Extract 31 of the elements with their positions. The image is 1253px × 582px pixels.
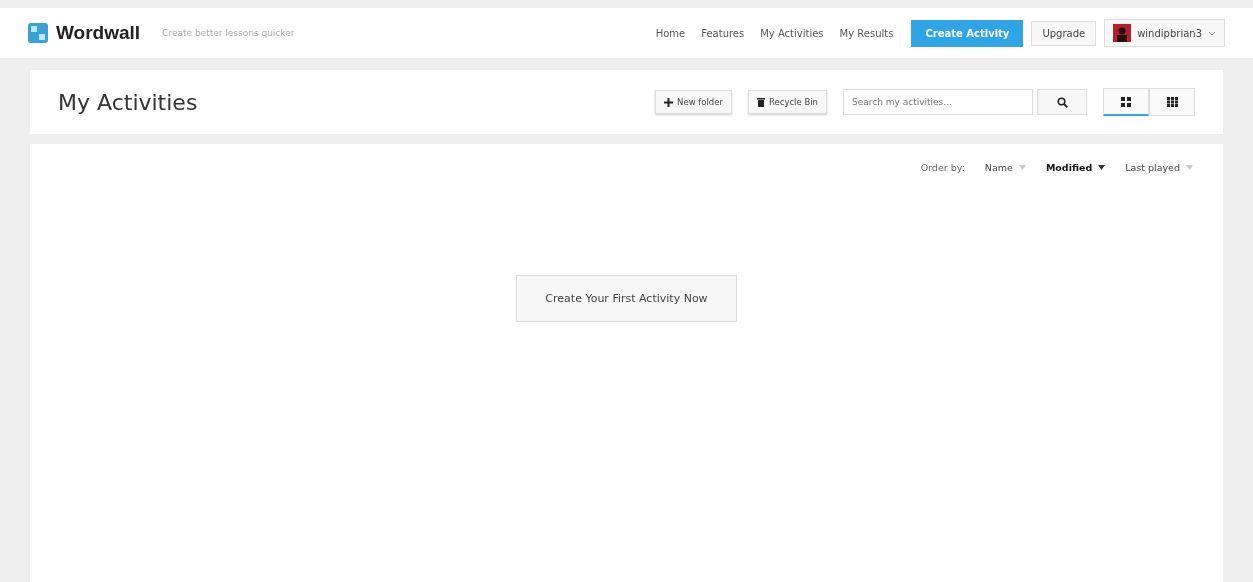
user-menu-button[interactable]: windipbrian3 — [1104, 19, 1225, 47]
trash-icon — [757, 97, 765, 107]
search-field[interactable]: Search my activities... — [843, 89, 1033, 115]
page-title: My Activities — [58, 89, 198, 115]
grid-icon — [1121, 96, 1131, 107]
brand-name[interactable]: Wordwall — [56, 22, 141, 44]
new-folder-button[interactable]: New folder — [655, 90, 732, 114]
caret-icon — [1208, 30, 1216, 36]
wordwall-logo-icon — [28, 23, 48, 43]
grid-icon — [1166, 97, 1178, 107]
search-icon — [1056, 96, 1068, 108]
order-by-label: Order by: — [920, 162, 965, 173]
sort-option[interactable]: Last played — [1125, 162, 1193, 173]
create-first-activity-button[interactable]: Create Your First Activity Now — [516, 275, 737, 322]
plus-icon — [664, 97, 674, 107]
avatar-icon — [1113, 24, 1132, 42]
small-grid-view-button[interactable] — [1149, 88, 1195, 116]
upgrade-button[interactable]: Upgrade — [1031, 20, 1097, 46]
tagline: Create better lessons quicker — [162, 28, 295, 38]
sort-option[interactable]: Modified — [1045, 162, 1106, 173]
search-button[interactable] — [1037, 89, 1087, 115]
recycle-bin-button[interactable]: Recycle Bin — [748, 90, 827, 114]
nav-link[interactable]: Features — [701, 27, 745, 39]
nav-link[interactable]: My Results — [839, 27, 894, 39]
caret-icon — [1186, 165, 1193, 170]
nav-link[interactable]: My Activities — [760, 27, 824, 39]
caret-icon — [1018, 165, 1026, 170]
sort-option[interactable]: Name — [984, 162, 1026, 173]
caret-icon — [1098, 165, 1106, 170]
large-grid-view-button[interactable] — [1103, 88, 1149, 116]
nav-link[interactable]: Home — [655, 27, 686, 39]
